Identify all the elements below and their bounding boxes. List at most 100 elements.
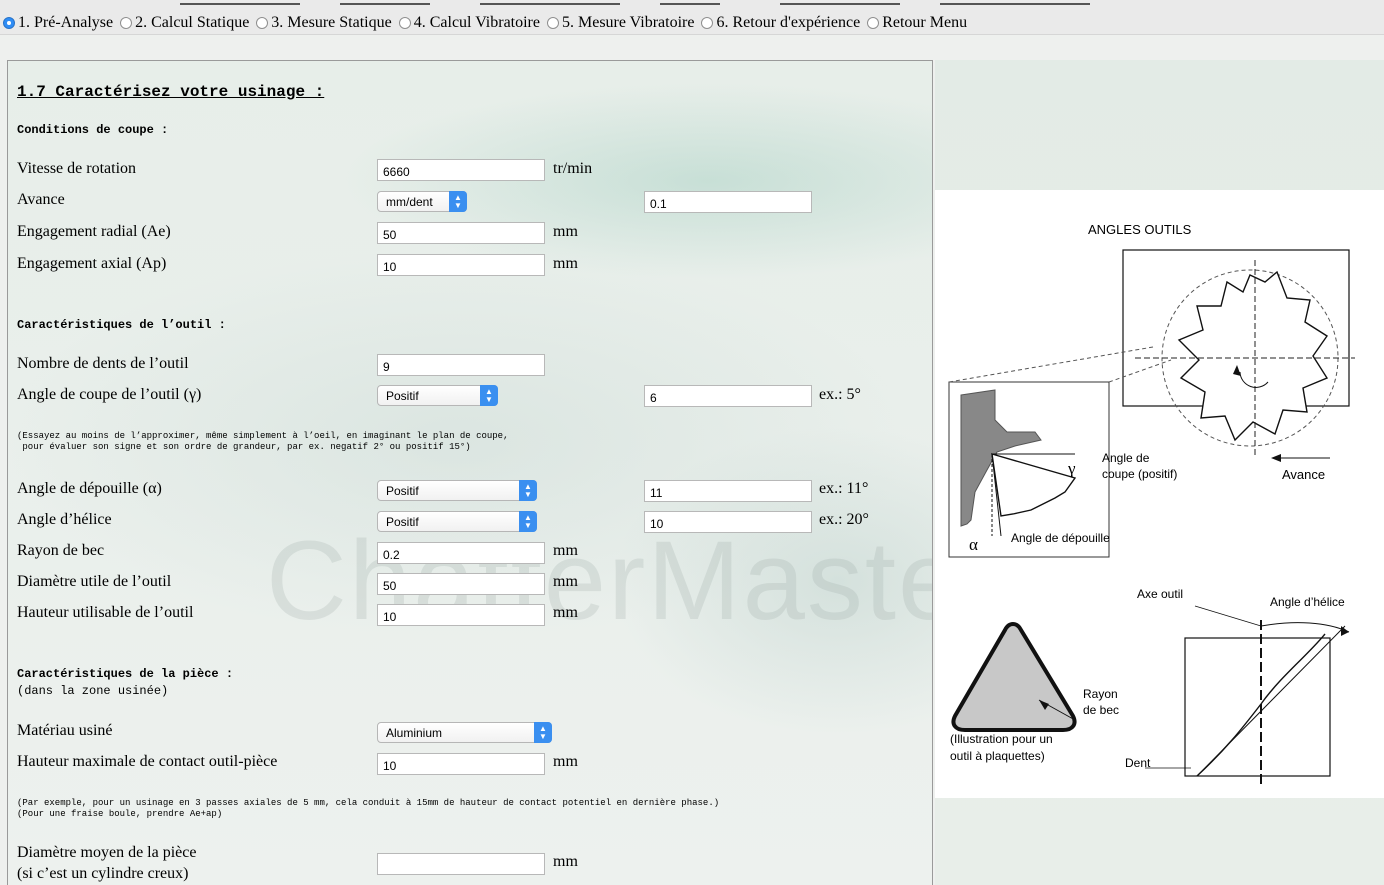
- unit-mm: mm: [553, 573, 578, 590]
- chevron-updown-icon: ▲ ▼: [480, 385, 498, 406]
- angle-depouille-sign-select[interactable]: Positif ▲ ▼: [377, 480, 537, 501]
- radio-selected-icon[interactable]: [3, 17, 15, 29]
- example-angle-helice: ex.: 20°: [819, 511, 869, 528]
- unit-mm: mm: [553, 223, 578, 240]
- radio-icon[interactable]: [120, 17, 133, 29]
- unit-mm: mm: [553, 255, 578, 272]
- watermark-logo: ChatterMaster: [266, 518, 933, 643]
- clipped-text-strip: [180, 0, 1180, 6]
- unit-mm: mm: [553, 853, 578, 870]
- section-conditions-coupe: Conditions de coupe :: [17, 123, 169, 137]
- label-axe-outil: Axe outil: [1137, 587, 1183, 601]
- dents-input[interactable]: 9: [377, 354, 545, 376]
- unit-mm: mm: [553, 542, 578, 559]
- radio-icon[interactable]: [398, 17, 411, 29]
- label-ap: Engagement axial (Ap): [17, 255, 167, 272]
- diametre-outil-input[interactable]: 50: [377, 573, 545, 595]
- nav-label: 1. Pré-Analyse: [18, 14, 114, 31]
- radio-icon[interactable]: [546, 17, 559, 29]
- section-zone-usinee: (dans la zone usinée): [17, 684, 169, 698]
- chevron-updown-icon: ▲ ▼: [449, 191, 467, 212]
- angle-helice-sign-select[interactable]: Positif ▲ ▼: [377, 511, 537, 532]
- label-dent: Dent: [1125, 756, 1151, 770]
- label-diametre-piece-note: (si c’est un cylindre creux): [17, 865, 189, 882]
- nav-radio-retour-menu[interactable]: Retour Menu: [864, 14, 967, 32]
- note-passes-1: (Par exemple, pour un usinage en 3 passe…: [17, 798, 720, 808]
- nav-radio-mesure-vibratoire[interactable]: 5. Mesure Vibratoire: [544, 14, 694, 32]
- chevron-updown-icon: ▲ ▼: [534, 722, 552, 743]
- select-value: Positif: [386, 484, 419, 498]
- section-caracteristiques-outil: Caractéristiques de l’outil :: [17, 318, 226, 332]
- section-caracteristiques-piece: Caractéristiques de la pièce :: [17, 667, 234, 681]
- label-angle-helice: Angle d’hélice: [17, 511, 112, 528]
- chevron-updown-icon: ▲ ▼: [519, 511, 537, 532]
- example-angle-coupe: ex.: 5°: [819, 386, 861, 403]
- form-panel: ChatterMaster 1.7 Caractérisez votre usi…: [7, 60, 933, 885]
- label-dents: Nombre de dents de l’outil: [17, 355, 189, 372]
- radio-icon[interactable]: [256, 17, 269, 29]
- radio-icon[interactable]: [867, 17, 880, 29]
- chevron-updown-icon: ▲ ▼: [519, 480, 537, 501]
- angle-depouille-input[interactable]: 11: [644, 480, 812, 502]
- label-angle-coupe-1: Angle de: [1102, 451, 1150, 465]
- label-angle-helice-diagram: Angle d’hélice: [1270, 595, 1345, 609]
- unit-trmin: tr/min: [553, 160, 593, 177]
- label-materiau: Matériau usiné: [17, 722, 113, 739]
- select-value: Aluminium: [386, 726, 443, 740]
- radio-group: 1. Pré-Analyse 2. Calcul Statique 3. Mes…: [0, 13, 971, 33]
- label-illustration-1: (Illustration pour un: [950, 732, 1053, 746]
- nav-label: 2. Calcul Statique: [135, 14, 250, 31]
- top-navigation: 1. Pré-Analyse 2. Calcul Statique 3. Mes…: [0, 0, 1384, 35]
- diametre-piece-input[interactable]: [377, 853, 545, 875]
- label-rayon-2: de bec: [1083, 703, 1119, 717]
- unit-mm: mm: [553, 604, 578, 621]
- tool-angles-diagram: ANGLES OUTILS Avance γ α Angle de coupe …: [935, 190, 1384, 798]
- note-angle-1: (Essayez au moins de l’approximer, même …: [17, 431, 509, 441]
- label-rayon-bec: Rayon de bec: [17, 542, 105, 559]
- nav-radio-calcul-statique[interactable]: 2. Calcul Statique: [117, 14, 249, 32]
- angle-helice-input[interactable]: 10: [644, 511, 812, 533]
- nav-radio-pre-analyse[interactable]: 1. Pré-Analyse: [0, 14, 113, 32]
- materiau-select[interactable]: Aluminium ▲ ▼: [377, 722, 552, 743]
- nav-label: 3. Mesure Statique: [271, 14, 392, 31]
- nav-label: 6. Retour d'expérience: [716, 14, 861, 31]
- rayon-bec-input[interactable]: 0.2: [377, 542, 545, 564]
- angle-coupe-sign-select[interactable]: Positif ▲ ▼: [377, 385, 498, 406]
- note-passes-2: (Pour une fraise boule, prendre Ae+ap): [17, 809, 223, 819]
- nav-label: 5. Mesure Vibratoire: [561, 14, 695, 31]
- note-angle-2: pour évaluer son signe et son ordre de g…: [17, 442, 471, 452]
- form-title: 1.7 Caractérisez votre usinage :: [17, 83, 325, 101]
- hauteur-outil-input[interactable]: 10: [377, 604, 545, 626]
- label-vitesse: Vitesse de rotation: [17, 160, 137, 177]
- avance-unit-select[interactable]: mm/dent ▲ ▼: [377, 191, 467, 212]
- tool-angles-illustration: ANGLES OUTILS Avance γ α Angle de coupe …: [935, 60, 1384, 885]
- label-illustration-2: outil à plaquettes): [950, 749, 1045, 763]
- vitesse-input[interactable]: 6660: [377, 159, 545, 181]
- alpha-symbol: α: [969, 535, 978, 554]
- label-rayon-1: Rayon: [1083, 687, 1118, 701]
- label-angle-depouille: Angle de dépouille (α): [17, 480, 162, 497]
- nav-label: Retour Menu: [882, 14, 968, 31]
- label-angle-coupe-2: coupe (positif): [1102, 467, 1177, 481]
- label-avance-diagram: Avance: [1282, 467, 1325, 482]
- angle-coupe-input[interactable]: 6: [644, 385, 812, 407]
- ae-input[interactable]: 50: [377, 222, 545, 244]
- select-value: mm/dent: [386, 195, 433, 209]
- label-diametre-outil: Diamètre utile de l’outil: [17, 573, 172, 590]
- label-avance: Avance: [17, 191, 65, 208]
- nav-radio-mesure-statique[interactable]: 3. Mesure Statique: [253, 14, 392, 32]
- ap-input[interactable]: 10: [377, 254, 545, 276]
- nav-radio-retour-experience[interactable]: 6. Retour d'expérience: [698, 14, 860, 32]
- unit-mm: mm: [553, 753, 578, 770]
- label-diametre-piece: Diamètre moyen de la pièce: [17, 844, 197, 861]
- label-ae: Engagement radial (Ae): [17, 223, 171, 240]
- hauteur-contact-input[interactable]: 10: [377, 753, 545, 775]
- nav-label: 4. Calcul Vibratoire: [413, 14, 540, 31]
- avance-input[interactable]: 0.1: [644, 191, 812, 213]
- nav-radio-calcul-vibratoire[interactable]: 4. Calcul Vibratoire: [396, 14, 540, 32]
- gamma-symbol: γ: [1067, 459, 1076, 478]
- radio-icon[interactable]: [701, 17, 714, 29]
- select-value: Positif: [386, 515, 419, 529]
- example-angle-depouille: ex.: 11°: [819, 480, 869, 497]
- label-hauteur-outil: Hauteur utilisable de l’outil: [17, 604, 194, 621]
